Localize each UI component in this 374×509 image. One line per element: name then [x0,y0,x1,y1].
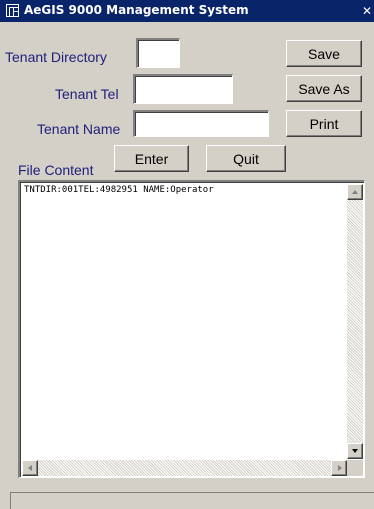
scroll-down-button[interactable] [347,443,363,459]
main-window: AeGIS 9000 Management System ✕ Tenant Di… [0,0,374,509]
scroll-right-icon [338,465,342,471]
close-icon[interactable]: ✕ [354,2,374,20]
tenant-tel-label: Tenant Tel [55,86,119,102]
scroll-right-button[interactable] [331,460,347,476]
scroll-left-icon [28,465,32,471]
tenant-name-field[interactable] [133,110,269,137]
file-content-textarea[interactable]: TNTDIR:001TEL:4982951 NAME:Operator [18,180,365,478]
scroll-corner [347,460,363,476]
enter-button[interactable]: Enter [114,145,189,172]
save-button[interactable]: Save [286,40,362,67]
quit-button[interactable]: Quit [206,145,286,172]
status-bar [10,492,374,509]
title-bar[interactable]: AeGIS 9000 Management System ✕ [0,0,374,22]
tenant-tel-field[interactable] [133,74,233,104]
file-content-label: File Content [18,162,94,178]
save-as-button[interactable]: Save As [286,75,362,102]
horizontal-scrollbar[interactable] [22,460,347,476]
app-icon[interactable] [6,4,19,17]
print-button[interactable]: Print [286,110,362,137]
file-content-text[interactable]: TNTDIR:001TEL:4982951 NAME:Operator [24,185,344,195]
scroll-down-icon [352,449,358,453]
scroll-up-button[interactable] [347,184,363,200]
scroll-up-icon [352,190,358,194]
vertical-scrollbar[interactable] [347,184,363,459]
tenant-name-label: Tenant Name [37,121,121,137]
window-title: AeGIS 9000 Management System [24,3,249,17]
tenant-directory-field[interactable] [136,38,180,68]
scroll-left-button[interactable] [22,460,38,476]
tenant-directory-label: Tenant Directory [5,49,107,65]
